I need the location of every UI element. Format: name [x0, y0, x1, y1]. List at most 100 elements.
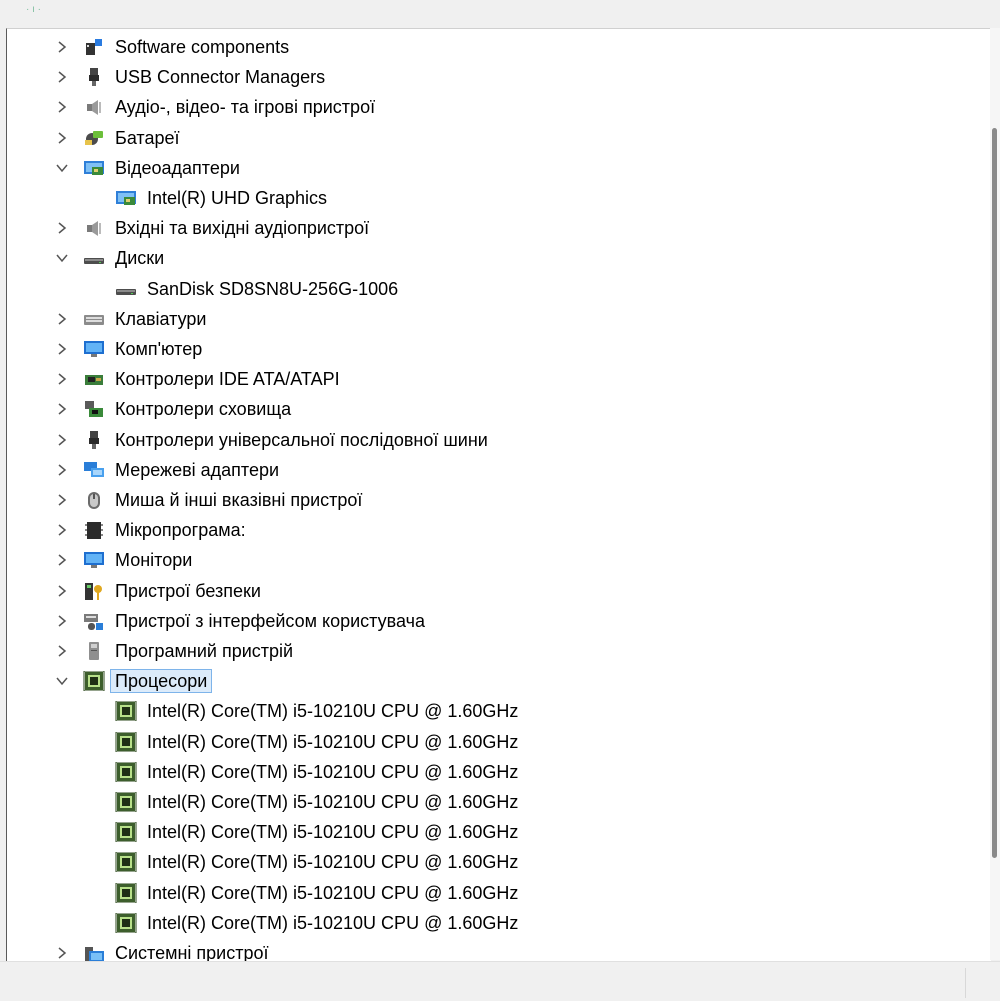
chevron-right-icon[interactable] [55, 372, 69, 386]
category-label: Батареї [115, 127, 180, 148]
category-node[interactable]: Миша й інші вказівні пристрої [7, 485, 991, 515]
device-item[interactable]: SanDisk SD8SN8U-256G-1006 [7, 274, 991, 304]
chevron-right-icon[interactable] [55, 493, 69, 507]
network-adapter-icon [83, 460, 105, 480]
category-label: Аудіо-, відео- та ігрові пристрої [115, 97, 376, 118]
category-node[interactable]: Аудіо-, відео- та ігрові пристрої [7, 92, 991, 122]
category-node[interactable]: Контролери сховища [7, 394, 991, 424]
category-label: Мікропрограма: [115, 520, 246, 541]
chevron-right-icon[interactable] [55, 463, 69, 477]
computer-monitor-icon [83, 339, 105, 359]
device-label: Intel(R) Core(TM) i5-10210U CPU @ 1.60GH… [147, 761, 519, 782]
device-item[interactable]: Intel(R) Core(TM) i5-10210U CPU @ 1.60GH… [7, 908, 991, 938]
processor-icon [115, 731, 137, 753]
category-label: Відеоадаптери [115, 157, 240, 178]
processor-icon [115, 912, 137, 934]
scrollbar-thumb[interactable] [992, 128, 997, 858]
device-label: Intel(R) Core(TM) i5-10210U CPU @ 1.60GH… [147, 912, 519, 933]
usb-plug-icon [83, 430, 105, 450]
device-label: Intel(R) Core(TM) i5-10210U CPU @ 1.60GH… [147, 852, 519, 873]
category-label: Монітори [115, 550, 193, 571]
category-label: Системні пристрої [115, 943, 269, 961]
storage-controller-icon [83, 399, 105, 419]
processor-icon [115, 882, 137, 904]
chevron-right-icon[interactable] [55, 40, 69, 54]
chevron-right-icon[interactable] [55, 342, 69, 356]
speaker-icon [83, 97, 105, 117]
device-label: Intel(R) Core(TM) i5-10210U CPU @ 1.60GH… [147, 882, 519, 903]
category-label: Програмний пристрій [115, 641, 294, 661]
keyboard-icon [83, 309, 105, 329]
computer-monitor-icon [83, 550, 105, 570]
chevron-right-icon[interactable] [55, 614, 69, 628]
device-item[interactable]: Intel(R) Core(TM) i5-10210U CPU @ 1.60GH… [7, 757, 991, 787]
category-node[interactable]: Батареї [7, 123, 991, 153]
chevron-right-icon[interactable] [55, 312, 69, 326]
device-item[interactable]: Intel(R) Core(TM) i5-10210U CPU @ 1.60GH… [7, 847, 991, 877]
chevron-right-icon[interactable] [55, 644, 69, 658]
chevron-down-icon[interactable] [55, 161, 69, 175]
device-item[interactable]: Intel(R) Core(TM) i5-10210U CPU @ 1.60GH… [7, 817, 991, 847]
chevron-right-icon[interactable] [55, 221, 69, 235]
category-node[interactable]: Software components [7, 32, 991, 62]
category-node[interactable]: Пристрої безпеки [7, 576, 991, 606]
category-label: Software components [115, 37, 290, 57]
firmware-chip-icon [83, 520, 105, 540]
chevron-right-icon[interactable] [55, 100, 69, 114]
category-node[interactable]: Контролери IDE ATA/ATAPI [7, 364, 991, 394]
category-node[interactable]: Комп'ютер [7, 334, 991, 364]
disk-drive-icon [83, 248, 105, 268]
category-node[interactable]: Вхідні та вихідні аудіопристрої [7, 213, 991, 243]
hid-device-icon [83, 611, 105, 631]
chevron-right-icon[interactable] [55, 402, 69, 416]
chevron-right-icon[interactable] [55, 131, 69, 145]
top-strip: · ı · [0, 0, 1000, 28]
usb-plug-icon [83, 67, 105, 87]
device-item[interactable]: Intel(R) Core(TM) i5-10210U CPU @ 1.60GH… [7, 696, 991, 726]
category-label: Вхідні та вихідні аудіопристрої [115, 218, 370, 239]
chevron-right-icon[interactable] [55, 70, 69, 84]
device-label: Intel(R) Core(TM) i5-10210U CPU @ 1.60GH… [147, 792, 519, 812]
category-node[interactable]: Мережеві адаптери [7, 455, 991, 485]
mouse-icon [83, 490, 105, 510]
display-adapter-icon [83, 158, 105, 178]
category-label: Мережеві адаптери [115, 459, 280, 480]
vertical-scrollbar[interactable] [990, 28, 1000, 960]
category-node[interactable]: Монітори [7, 545, 991, 575]
category-node[interactable]: Системні пристрої [7, 938, 991, 961]
device-item[interactable]: Intel(R) UHD Graphics [7, 183, 991, 213]
chevron-down-icon[interactable] [55, 251, 69, 265]
category-label: Клавіатури [115, 308, 207, 329]
category-label: Контролери сховища [115, 399, 292, 420]
category-label: Процесори [109, 669, 213, 694]
chevron-right-icon[interactable] [55, 584, 69, 598]
speaker-icon [83, 218, 105, 238]
device-item[interactable]: Intel(R) Core(TM) i5-10210U CPU @ 1.60GH… [7, 727, 991, 757]
chevron-right-icon[interactable] [55, 433, 69, 447]
processor-icon [115, 851, 137, 873]
disk-drive-icon [115, 279, 137, 299]
category-node[interactable]: Диски [7, 243, 991, 273]
category-node[interactable]: Процесори [7, 666, 991, 696]
device-label: Intel(R) UHD Graphics [147, 188, 328, 208]
category-node[interactable]: Мікропрограма: [7, 515, 991, 545]
battery-icon [83, 128, 105, 148]
status-bar-separator [965, 968, 966, 998]
device-tree[interactable]: Software components USB Connector Manager… [6, 28, 991, 961]
category-node[interactable]: Клавіатури [7, 304, 991, 334]
category-node[interactable]: Контролери універсальної послідовної шин… [7, 425, 991, 455]
category-node[interactable]: Відеоадаптери [7, 153, 991, 183]
category-node[interactable]: Пристрої з інтерфейсом користувача [7, 606, 991, 636]
category-node[interactable]: Програмний пристрій [7, 636, 991, 666]
chevron-right-icon[interactable] [55, 946, 69, 960]
chevron-right-icon[interactable] [55, 553, 69, 567]
chevron-right-icon[interactable] [55, 523, 69, 537]
category-node[interactable]: USB Connector Managers [7, 62, 991, 92]
device-item[interactable]: Intel(R) Core(TM) i5-10210U CPU @ 1.60GH… [7, 787, 991, 817]
category-label: USB Connector Managers [115, 67, 326, 88]
device-item[interactable]: Intel(R) Core(TM) i5-10210U CPU @ 1.60GH… [7, 878, 991, 908]
chevron-down-icon[interactable] [55, 674, 69, 688]
device-label: Intel(R) Core(TM) i5-10210U CPU @ 1.60GH… [147, 822, 519, 843]
ide-controller-icon [83, 369, 105, 389]
processor-icon [115, 700, 137, 722]
